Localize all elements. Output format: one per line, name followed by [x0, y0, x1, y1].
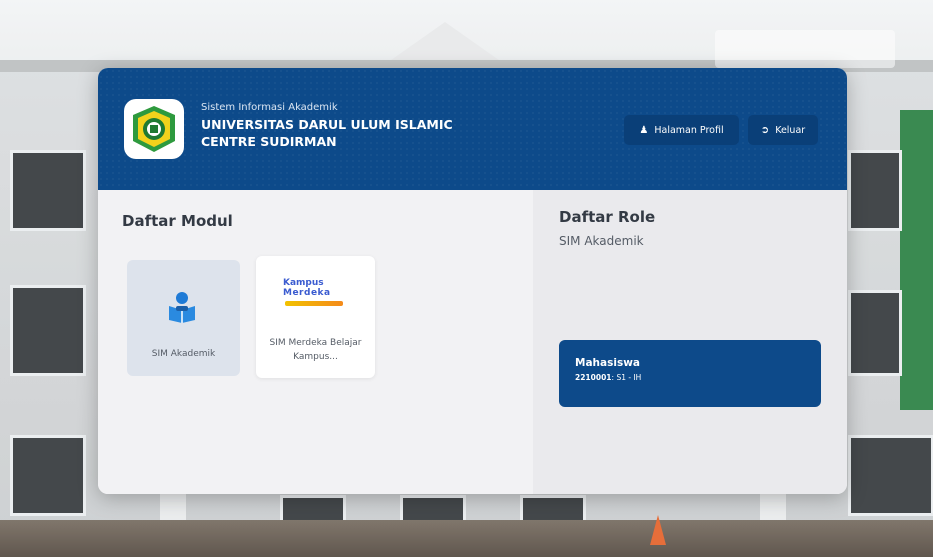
module-label: SIM Akademik [151, 349, 216, 359]
role-name: Mahasiswa [575, 357, 640, 369]
module-panel: Daftar Modul SIM Akademik Kampus Merdeka… [98, 190, 533, 494]
kampus-merdeka-logo: Kampus Merdeka [283, 278, 347, 314]
logout-button-label: Keluar [775, 124, 806, 136]
role-detail: 2210001: S1 - IH [575, 373, 641, 382]
university-logo [124, 99, 184, 159]
logout-icon: ➲ [760, 124, 770, 136]
university-name: UNIVERSITAS DARUL ULUM ISLAMIC CENTRE SU… [201, 117, 453, 149]
user-icon: ♟ [639, 124, 649, 136]
role-panel: Daftar Role SIM Akademik Mahasiswa 22100… [533, 190, 847, 494]
module-label: SIM Merdeka Belajar Kampus... [269, 338, 362, 362]
role-code: 2210001 [575, 373, 612, 382]
module-card-sim-akademik[interactable]: SIM Akademik [127, 260, 240, 376]
profile-button-label: Halaman Profil [654, 124, 724, 136]
role-list-title: Daftar Role [559, 208, 656, 226]
system-name: Sistem Informasi Akademik [201, 102, 338, 113]
role-program: : S1 - IH [611, 373, 642, 382]
module-card-sim-merdeka[interactable]: Kampus Merdeka SIM Merdeka Belajar Kampu… [256, 256, 375, 378]
university-emblem-icon [133, 106, 175, 152]
profile-button[interactable]: ♟ Halaman Profil [624, 115, 739, 145]
student-reading-icon [169, 292, 195, 323]
role-card-mahasiswa[interactable]: Mahasiswa 2210001: S1 - IH [559, 340, 821, 407]
main-card: Sistem Informasi Akademik UNIVERSITAS DA… [98, 68, 847, 494]
header-bar: Sistem Informasi Akademik UNIVERSITAS DA… [98, 68, 847, 190]
role-list-subtitle: SIM Akademik [559, 234, 644, 248]
logout-button[interactable]: ➲ Keluar [748, 115, 818, 145]
module-list-title: Daftar Modul [122, 212, 233, 230]
